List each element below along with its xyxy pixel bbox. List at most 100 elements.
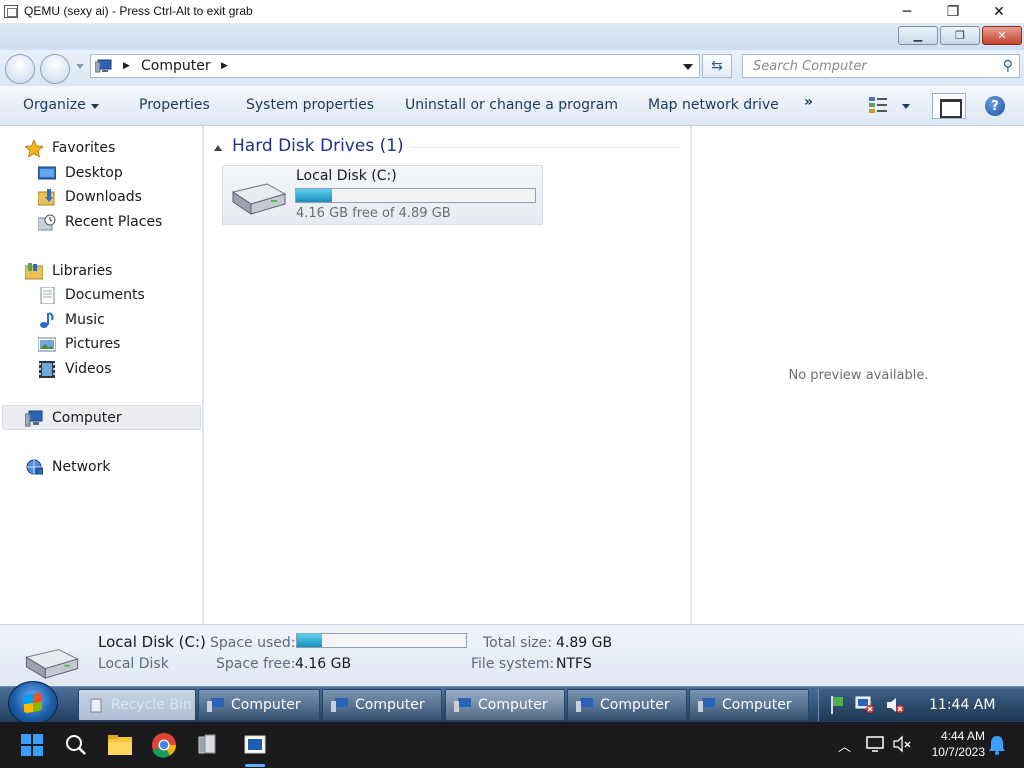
nav-label: Desktop	[65, 165, 123, 181]
downloads-folder-icon	[38, 189, 55, 206]
total-size-label: Total size:	[483, 635, 553, 651]
chevron-up-icon[interactable]: ︿	[838, 736, 851, 755]
host-close-button[interactable]: ✕	[976, 0, 1022, 24]
breadcrumb-arrow-icon[interactable]: ▶	[123, 61, 130, 71]
display-icon[interactable]	[866, 735, 886, 753]
guest-clock[interactable]: 11:44 AM	[929, 697, 995, 713]
taskbar-button-computer[interactable]: Computer	[689, 689, 809, 721]
nav-pictures[interactable]: Pictures	[0, 334, 203, 356]
network-icon	[26, 459, 43, 475]
uninstall-program-button[interactable]: Uninstall or change a program	[405, 97, 618, 113]
refresh-button[interactable]: ⇆	[702, 54, 732, 78]
nav-network[interactable]: Network	[0, 457, 203, 479]
start-orb-button[interactable]	[8, 681, 58, 725]
host-clock-date[interactable]: 10/7/2023	[919, 745, 985, 759]
taskbar-button-label: Computer	[231, 697, 301, 713]
active-app-indicator	[245, 764, 265, 767]
explorer-minimize-button[interactable]: ▁	[898, 26, 938, 45]
details-drive-name: Local Disk (C:)	[98, 633, 206, 651]
network-disconnected-icon[interactable]	[855, 696, 875, 714]
nav-recent-places[interactable]: Recent Places	[0, 212, 203, 234]
explorer-close-button[interactable]: ✕	[982, 26, 1022, 45]
forward-button[interactable]	[40, 54, 70, 84]
nav-label: Recent Places	[65, 214, 163, 230]
details-pane: Local Disk (C:) Local Disk Space used: S…	[0, 624, 1024, 686]
chrome-icon[interactable]	[150, 731, 178, 759]
taskbar-button-label: Computer	[722, 697, 792, 713]
notification-bell-icon[interactable]	[988, 735, 1006, 755]
host-maximize-button[interactable]: ❐	[930, 0, 976, 24]
taskbar-button-computer[interactable]: Computer	[322, 689, 442, 721]
explorer-window: ▁ ❐ ✕ ▶ Computer ▶ ⇆ Search Computer ⚲ O…	[0, 24, 1024, 686]
taskbar-button-recycle-bin[interactable]: Recycle Bin	[78, 689, 196, 721]
space-free-label: Space free:	[216, 656, 296, 672]
space-used-bar	[296, 633, 467, 648]
address-bar[interactable]: ▶ Computer ▶	[90, 54, 700, 78]
navigation-pane: Favorites Desktop Downloads Recent Place…	[0, 126, 203, 624]
breadcrumb-arrow-icon[interactable]: ▶	[221, 61, 228, 71]
search-icon[interactable]	[62, 731, 90, 759]
help-button[interactable]: ?	[985, 96, 1005, 116]
desktop-icon	[38, 166, 56, 180]
search-input[interactable]: Search Computer ⚲	[742, 54, 1020, 78]
group-header-hard-disk-drives[interactable]: Hard Disk Drives (1)	[232, 136, 404, 156]
nav-desktop[interactable]: Desktop	[0, 163, 203, 185]
taskbar-button-computer[interactable]: Computer	[198, 689, 320, 721]
collapse-group-icon[interactable]	[214, 145, 222, 151]
computer-icon	[576, 698, 593, 712]
nav-documents[interactable]: Documents	[0, 285, 203, 307]
nav-label: Favorites	[52, 140, 116, 156]
command-bar: Organize Properties System properties Un…	[0, 86, 1024, 126]
map-network-drive-button[interactable]: Map network drive	[648, 97, 779, 113]
nav-computer[interactable]: Computer	[0, 408, 203, 430]
address-history-dropdown-icon[interactable]	[683, 64, 693, 70]
drive-tile-local-disk-c[interactable]: Local Disk (C:) 4.16 GB free of 4.89 GB	[222, 165, 543, 225]
search-icon[interactable]: ⚲	[1003, 58, 1013, 74]
preview-message: No preview available.	[788, 368, 929, 383]
change-view-icon[interactable]	[868, 96, 888, 114]
total-size-value: 4.89 GB	[556, 635, 613, 651]
hard-drive-icon	[25, 649, 79, 679]
system-properties-button[interactable]: System properties	[246, 97, 374, 113]
qemu-active-window-icon[interactable]	[238, 731, 272, 759]
nav-videos[interactable]: Videos	[0, 359, 203, 381]
host-clock-time[interactable]: 4:44 AM	[925, 729, 985, 743]
breadcrumb-computer[interactable]: Computer	[141, 58, 211, 74]
preview-pane-button[interactable]	[932, 93, 966, 119]
back-button[interactable]	[5, 54, 35, 84]
more-commands-button[interactable]: »	[804, 94, 813, 110]
computer-icon	[454, 698, 471, 712]
host-minimize-button[interactable]: ─	[884, 0, 930, 24]
nav-favorites[interactable]: Favorites	[0, 138, 203, 160]
taskbar-button-computer-active[interactable]: Computer	[445, 689, 565, 721]
action-center-flag-icon[interactable]	[829, 696, 845, 714]
pictures-icon	[38, 337, 56, 352]
drive-name: Local Disk (C:)	[296, 168, 397, 184]
drive-usage-bar	[295, 188, 536, 203]
taskbar-button-label: Computer	[478, 697, 548, 713]
chevron-down-icon[interactable]	[91, 104, 99, 109]
volume-muted-icon[interactable]	[892, 735, 912, 753]
qemu-app-icon	[4, 5, 18, 18]
recent-pages-dropdown-icon[interactable]	[76, 64, 84, 69]
computer-icon	[95, 59, 112, 73]
organize-button[interactable]: Organize	[23, 97, 86, 113]
qemu-taskbar-icon[interactable]	[194, 731, 222, 759]
properties-button[interactable]: Properties	[139, 97, 210, 113]
volume-muted-icon[interactable]	[885, 696, 905, 714]
nav-libraries[interactable]: Libraries	[0, 261, 203, 283]
windows-start-icon[interactable]	[18, 731, 46, 759]
nav-downloads[interactable]: Downloads	[0, 187, 203, 209]
hard-drive-icon	[231, 183, 287, 215]
file-explorer-icon[interactable]	[106, 731, 134, 759]
view-options-chevron-icon[interactable]	[902, 104, 910, 109]
explorer-restore-button[interactable]: ❐	[940, 26, 980, 45]
computer-icon	[331, 698, 348, 712]
space-free-value: 4.16 GB	[295, 656, 352, 672]
nav-music[interactable]: Music	[0, 310, 203, 332]
nav-label: Network	[52, 459, 111, 475]
taskbar-button-computer[interactable]: Computer	[567, 689, 687, 721]
file-list-area[interactable]: Hard Disk Drives (1) Local Disk (C:) 4.1…	[204, 126, 690, 624]
details-drive-type: Local Disk	[98, 656, 169, 672]
nav-label: Videos	[65, 361, 112, 377]
